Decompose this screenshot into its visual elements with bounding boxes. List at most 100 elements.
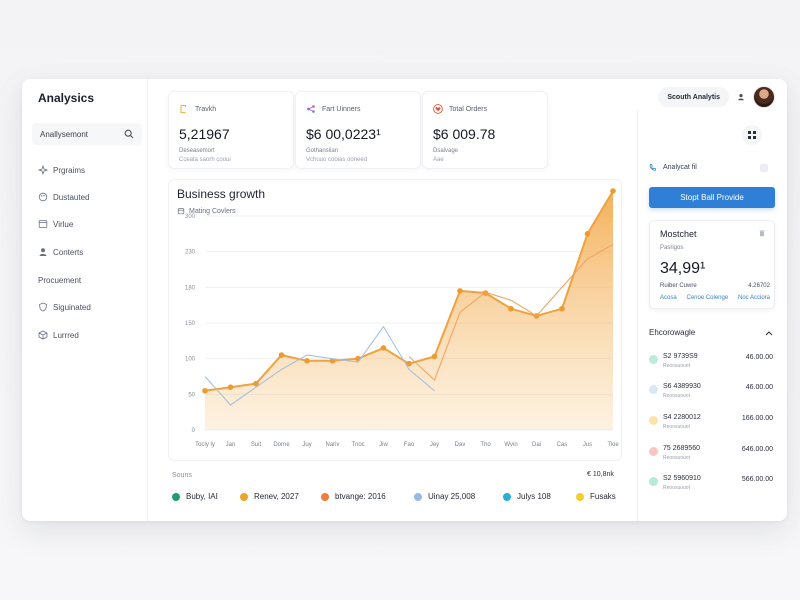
y-tick-label: 300 — [185, 214, 196, 220]
stat-card-fart-uinners[interactable]: Fart Uinners $6 00,0223¹ Gothanslian Vch… — [295, 91, 421, 169]
trash-icon[interactable] — [758, 229, 766, 237]
legend-dot — [321, 492, 329, 501]
sidebar-item-label: Siguinated — [53, 302, 91, 312]
sidebar-item-procuement[interactable]: Procuement — [38, 273, 81, 287]
section-title: Ehcorowagle — [649, 328, 696, 337]
list-desc: Reoosuouot — [663, 424, 690, 430]
chevron-up-icon — [765, 330, 773, 335]
stat-card-total-orders[interactable]: Total Orders $6 009.78 Dsalvage Aae — [422, 91, 548, 169]
x-tick-label: Dai — [532, 442, 541, 448]
x-tick-label: Nariv — [325, 442, 339, 448]
data-point — [227, 384, 234, 390]
stat-label: Travkh — [195, 105, 217, 113]
list-item[interactable]: 75 2689560 Reoosuouot 646.00.00 — [649, 443, 773, 465]
list-amount: 46.00.00 — [745, 384, 773, 391]
list-desc: Reoosuouot — [663, 485, 690, 491]
sparkle-icon — [38, 165, 48, 175]
stat-sub: Gothanslian — [306, 148, 339, 154]
sidebar-item-siguinated[interactable]: Siguinated — [38, 300, 91, 314]
sidebar-item-label: Conterts — [53, 247, 84, 257]
list-item[interactable]: S2 5960910 Reoosuouot 566.00.00 — [649, 473, 773, 495]
user-icon[interactable] — [737, 93, 745, 101]
y-tick-label: 150 — [185, 321, 196, 327]
metric-title: Mostchet — [660, 229, 697, 239]
x-tick-label: Juy — [302, 442, 311, 448]
account-switcher[interactable]: Scouth Analytis — [658, 87, 729, 107]
legend-item[interactable]: Renev, 2027 — [240, 492, 299, 501]
data-point — [304, 358, 310, 364]
list-amount: 566.00.00 — [741, 476, 773, 483]
metric-link[interactable]: Acosa — [660, 295, 677, 301]
sidebar-item-label: Procuement — [38, 275, 82, 285]
metric-link[interactable]: Noc Acciora — [738, 295, 770, 301]
sidebar-item-virlue[interactable]: Virlue — [38, 217, 73, 231]
sidebar-item-label: Virlue — [53, 219, 74, 229]
stat-sub: Dsalvage — [433, 148, 459, 154]
apps-button[interactable] — [742, 125, 762, 145]
x-tick-label: Tkie — [607, 442, 619, 448]
metric-caption: Pasrigos — [660, 245, 684, 251]
sidebar-item-lurrred[interactable]: Lurrred — [38, 328, 79, 342]
stat-label: Fart Uinners — [322, 105, 361, 113]
x-tick-label: Jan — [226, 442, 236, 448]
heart-icon — [433, 104, 443, 114]
close-icon[interactable] — [760, 164, 768, 172]
grid-icon — [748, 131, 756, 139]
sidebar-item-conterts[interactable]: Conterts — [38, 245, 83, 259]
list-code: S6 4389930 — [663, 383, 701, 390]
legend-item[interactable]: btvange: 2016 — [321, 492, 386, 501]
legend-label: Renev, 2027 — [254, 492, 299, 501]
list-amount: 646.00.00 — [741, 446, 773, 453]
legend-dot — [503, 492, 511, 501]
analyze-row[interactable]: Analycat fil — [648, 163, 697, 172]
metric-row: Ruiber Cuwre 4.26702 — [660, 283, 770, 289]
list-desc: Reoosuouot — [663, 455, 690, 461]
file-icon — [180, 104, 187, 114]
stat-label: Total Orders — [449, 105, 488, 113]
metric-card[interactable]: Mostchet Pasrigos 34,99¹ Ruiber Cuwre 4.… — [649, 220, 775, 309]
metric-link[interactable]: Cenoe Colenge — [686, 295, 728, 301]
shield-icon — [39, 302, 47, 312]
sidebar-item-label: Dustauted — [53, 192, 90, 202]
x-tick-label: Dorne — [273, 442, 290, 448]
metric-value: 34,99¹ — [660, 260, 706, 277]
y-tick-label: 230 — [185, 250, 196, 256]
stat-card-travkh[interactable]: Travkh 5,21967 Deseasemort Cceata saorh … — [168, 91, 294, 169]
y-tick-label: 0 — [192, 428, 196, 434]
list-desc: Reoosuouot — [663, 393, 690, 399]
legend-item[interactable]: Uinay 25,008 — [414, 492, 475, 501]
list-item[interactable]: S4 2280012 Reoosuouot 166.00.00 — [649, 412, 773, 434]
list-dot — [649, 447, 658, 456]
metric-links: Acosa Cenoe Colenge Noc Acciora — [660, 295, 770, 301]
list-item[interactable]: S2 9739S9 Reoosuouot 46.00.00 — [649, 351, 773, 373]
data-point — [431, 353, 438, 360]
x-tick-label: Tocly ly — [195, 442, 215, 448]
avatar[interactable] — [753, 86, 775, 108]
section-header[interactable]: Ehcorowagle — [649, 328, 773, 337]
list-code: S4 2280012 — [663, 414, 701, 421]
sidebar-item-dustauted[interactable]: Dustauted — [38, 190, 89, 204]
list-code: 75 2689560 — [663, 445, 700, 452]
sidebar-search[interactable]: Anallysemont — [32, 123, 142, 145]
legend-dot — [172, 492, 180, 501]
share-icon — [307, 105, 315, 113]
y-tick-label: 180 — [185, 285, 196, 291]
data-point — [508, 305, 514, 312]
stat-sub: Deseasemort — [179, 148, 215, 154]
sidebar-item-label: Lurrred — [53, 330, 79, 340]
phone-icon — [649, 163, 657, 171]
business-growth-chart: Business growth Mating Covlers 0 50 100 150… — [168, 179, 622, 461]
chart-svg: 0 50 100 150 180 230 300 Tocly ly Jan Suit Dorne Ju… — [185, 188, 619, 448]
primary-action-button[interactable]: Stopt Ball Provide — [649, 187, 775, 208]
sidebar-item-prgraims[interactable]: Prgraims — [38, 163, 85, 177]
series-area — [205, 191, 613, 430]
header-account: Scouth Analytis — [658, 85, 775, 109]
metric-row-right: 4.26702 — [748, 283, 770, 289]
list-dot — [649, 385, 658, 394]
legend-item[interactable]: Fusaks — [576, 492, 616, 501]
legend-item[interactable]: Buby, IAI — [172, 492, 218, 501]
legend-item[interactable]: Julys 108 — [503, 492, 551, 501]
legend-label: Julys 108 — [517, 492, 551, 501]
data-point — [559, 305, 565, 312]
list-item[interactable]: S6 4389930 Reoosuouot 46.00.00 — [649, 381, 773, 403]
